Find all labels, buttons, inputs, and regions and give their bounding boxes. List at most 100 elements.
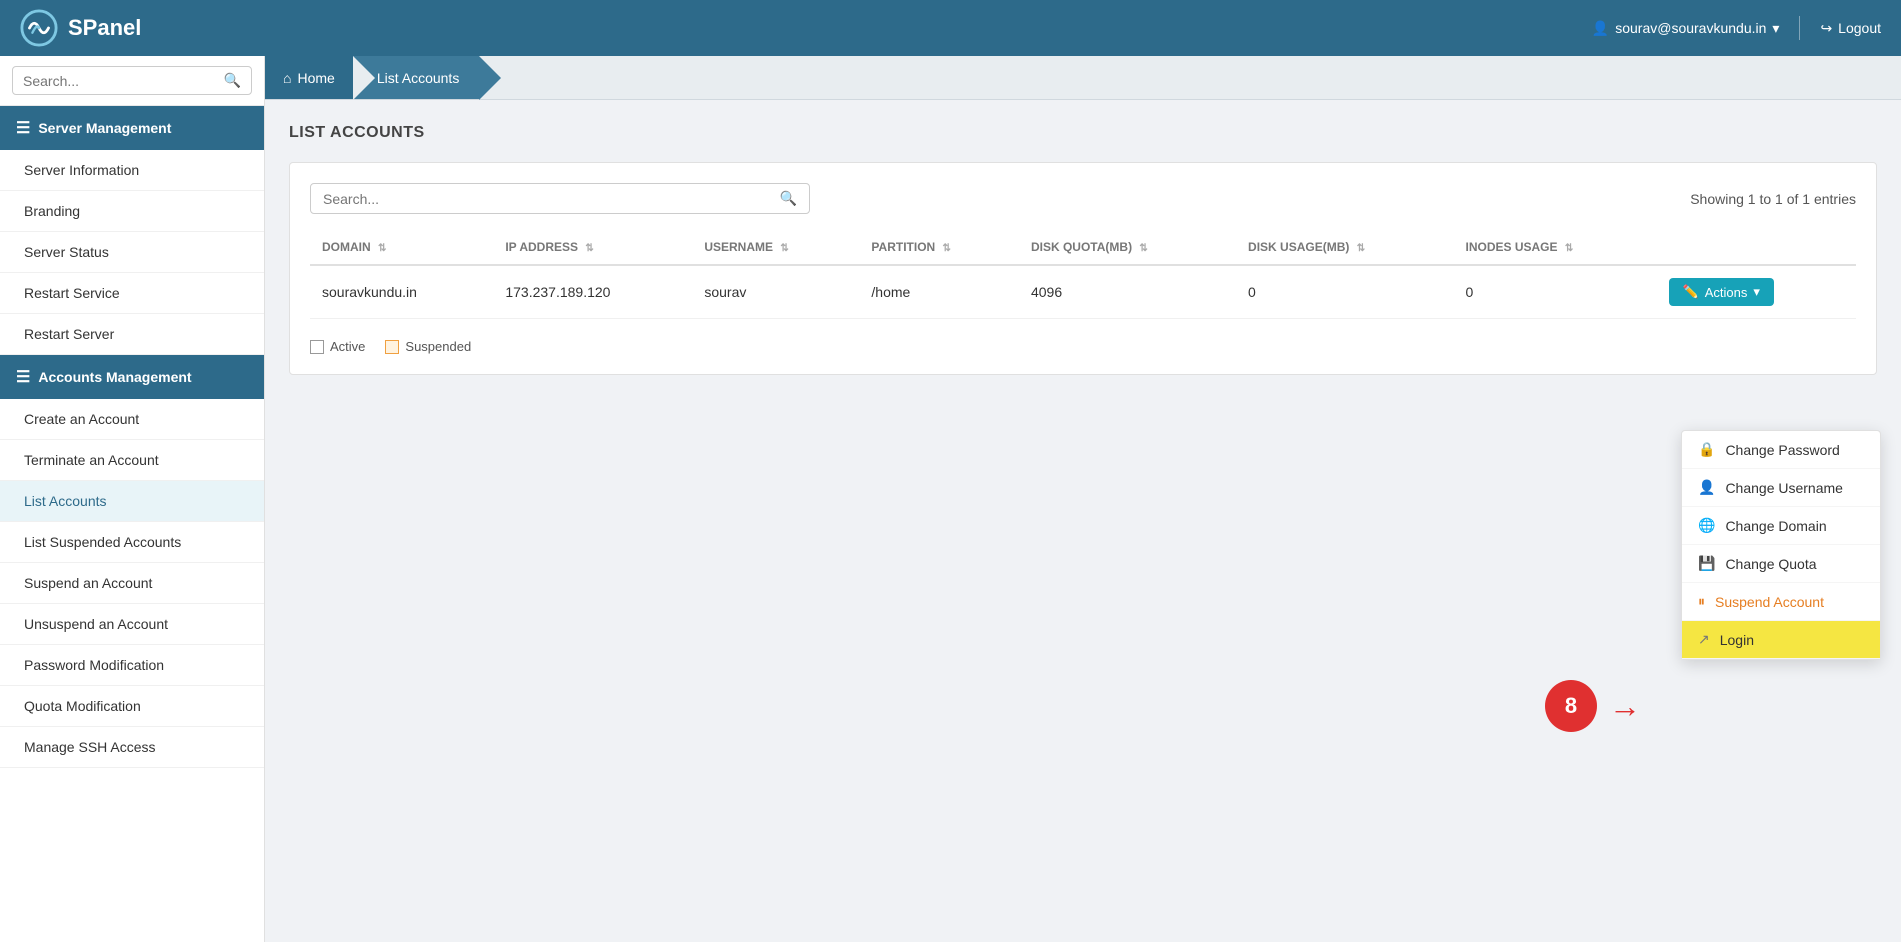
logout-button[interactable]: ↪ Logout — [1820, 20, 1881, 37]
accounts-management-header[interactable]: ☰ Accounts Management — [0, 355, 264, 399]
server-management-label: Server Management — [38, 120, 171, 136]
dropdown-suspend-account-label: Suspend Account — [1715, 594, 1824, 610]
cell-disk-usage: 0 — [1236, 265, 1453, 319]
legend-suspended-box — [385, 340, 399, 354]
sort-icon-disk-usage: ⇅ — [1357, 243, 1365, 254]
sidebar-item-server-status[interactable]: Server Status — [0, 232, 264, 273]
col-username[interactable]: USERNAME ⇅ — [692, 230, 859, 265]
layout: 🔍 ☰ Server Management Server Information… — [0, 56, 1901, 942]
logout-label: Logout — [1838, 20, 1881, 36]
sidebar-item-list-accounts[interactable]: List Accounts — [0, 481, 264, 522]
cell-ip-address: 173.237.189.120 — [493, 265, 692, 319]
suspend-icon: ⏸ — [1698, 593, 1705, 610]
breadcrumb-current-label: List Accounts — [377, 70, 460, 86]
sidebar-search-inner[interactable]: 🔍 — [12, 66, 252, 95]
sidebar-item-terminate-account[interactable]: Terminate an Account — [0, 440, 264, 481]
page-title: LIST ACCOUNTS — [289, 124, 1877, 142]
breadcrumb-bar: ⌂ Home List Accounts — [265, 56, 1901, 100]
actions-edit-icon: ✏️ — [1683, 284, 1699, 300]
dropdown-change-password-label: Change Password — [1725, 442, 1839, 458]
sidebar-item-restart-service[interactable]: Restart Service — [0, 273, 264, 314]
sidebar-search-area: 🔍 — [0, 56, 264, 106]
sidebar-item-manage-ssh-access[interactable]: Manage SSH Access — [0, 727, 264, 768]
server-management-header[interactable]: ☰ Server Management — [0, 106, 264, 150]
sidebar-item-password-modification[interactable]: Password Modification — [0, 645, 264, 686]
sidebar-item-restart-server[interactable]: Restart Server — [0, 314, 264, 355]
col-ip-address[interactable]: IP ADDRESS ⇅ — [493, 230, 692, 265]
sort-icon-partition: ⇅ — [943, 243, 951, 254]
sidebar-search-input[interactable] — [23, 73, 224, 89]
col-partition[interactable]: PARTITION ⇅ — [859, 230, 1019, 265]
accounts-management-label: Accounts Management — [38, 369, 191, 385]
table-search-icon: 🔍 — [780, 190, 797, 207]
col-actions — [1657, 230, 1856, 265]
logo-icon — [20, 9, 58, 47]
dropdown-change-username[interactable]: 👤 Change Username — [1682, 469, 1880, 507]
sort-icon-username: ⇅ — [780, 243, 788, 254]
sort-icon-ip: ⇅ — [585, 243, 593, 254]
cell-inodes-usage: 0 — [1453, 265, 1656, 319]
sidebar-item-list-suspended-accounts[interactable]: List Suspended Accounts — [0, 522, 264, 563]
breadcrumb-current: List Accounts — [353, 56, 480, 99]
sidebar-item-server-information[interactable]: Server Information — [0, 150, 264, 191]
legend-active-box — [310, 340, 324, 354]
cell-actions: ✏️ Actions ▾ — [1657, 265, 1856, 319]
logo-text: SPanel — [68, 15, 141, 41]
col-domain[interactable]: DOMAIN ⇅ — [310, 230, 493, 265]
legend-active-label: Active — [330, 339, 365, 354]
page-content: LIST ACCOUNTS 🔍 Showing 1 to 1 of 1 entr… — [265, 100, 1901, 942]
user-info[interactable]: 👤 sourav@souravkundu.in ▾ — [1592, 20, 1780, 37]
sidebar-item-suspend-account[interactable]: Suspend an Account — [0, 563, 264, 604]
main-content: ⌂ Home List Accounts LIST ACCOUNTS 🔍 Sho… — [265, 56, 1901, 942]
lock-icon: 🔒 — [1698, 441, 1715, 458]
sidebar-item-unsuspend-account[interactable]: Unsuspend an Account — [0, 604, 264, 645]
annotation-number: 8 — [1565, 693, 1577, 719]
breadcrumb-home-label: Home — [297, 70, 334, 86]
breadcrumb-home[interactable]: ⌂ Home — [265, 56, 353, 99]
sidebar: 🔍 ☰ Server Management Server Information… — [0, 56, 265, 942]
user-icon: 👤 — [1592, 20, 1609, 37]
sidebar-item-quota-modification[interactable]: Quota Modification — [0, 686, 264, 727]
home-icon: ⌂ — [283, 70, 291, 86]
top-header: SPanel 👤 sourav@souravkundu.in ▾ ↪ Logou… — [0, 0, 1901, 56]
sidebar-search-icon: 🔍 — [224, 72, 241, 89]
annotation-bubble: 8 — [1545, 680, 1597, 732]
entries-info: Showing 1 to 1 of 1 entries — [1690, 191, 1856, 207]
accounts-section-icon: ☰ — [16, 367, 30, 387]
annotation-arrow: → — [1609, 690, 1641, 722]
dropdown-change-quota[interactable]: 💾 Change Quota — [1682, 545, 1880, 583]
sort-icon-disk-quota: ⇅ — [1139, 243, 1147, 254]
data-table: DOMAIN ⇅ IP ADDRESS ⇅ USERNAME ⇅ — [310, 230, 1856, 319]
sort-icon-inodes: ⇅ — [1565, 243, 1573, 254]
dropdown-change-domain-label: Change Domain — [1725, 518, 1826, 534]
login-icon: ↗ — [1698, 631, 1710, 648]
server-section-icon: ☰ — [16, 118, 30, 138]
quota-icon: 💾 — [1698, 555, 1715, 572]
actions-label: Actions — [1705, 285, 1748, 300]
legend-row: Active Suspended — [310, 339, 1856, 354]
user-icon: 👤 — [1698, 479, 1715, 496]
user-email: sourav@souravkundu.in — [1615, 20, 1766, 36]
table-toolbar: 🔍 Showing 1 to 1 of 1 entries — [310, 183, 1856, 214]
table-search-box[interactable]: 🔍 — [310, 183, 810, 214]
dropdown-login[interactable]: ↗ Login — [1682, 621, 1880, 659]
dropdown-change-password[interactable]: 🔒 Change Password — [1682, 431, 1880, 469]
cell-username: sourav — [692, 265, 859, 319]
dropdown-suspend-account[interactable]: ⏸ Suspend Account — [1682, 583, 1880, 621]
dropdown-change-quota-label: Change Quota — [1725, 556, 1816, 572]
header-divider — [1799, 16, 1800, 40]
table-search-input[interactable] — [323, 191, 780, 207]
col-inodes-usage[interactable]: INODES USAGE ⇅ — [1453, 230, 1656, 265]
col-disk-usage[interactable]: DISK USAGE(MB) ⇅ — [1236, 230, 1453, 265]
header-right: 👤 sourav@souravkundu.in ▾ ↪ Logout — [1592, 16, 1881, 40]
annotation-container: 8 → — [1545, 680, 1641, 732]
actions-button[interactable]: ✏️ Actions ▾ — [1669, 278, 1774, 306]
logo-area: SPanel — [20, 9, 141, 47]
dropdown-change-domain[interactable]: 🌐 Change Domain — [1682, 507, 1880, 545]
sidebar-item-create-account[interactable]: Create an Account — [0, 399, 264, 440]
actions-chevron: ▾ — [1753, 284, 1760, 300]
globe-icon: 🌐 — [1698, 517, 1715, 534]
sidebar-item-branding[interactable]: Branding — [0, 191, 264, 232]
col-disk-quota[interactable]: DISK QUOTA(MB) ⇅ — [1019, 230, 1236, 265]
dropdown-change-username-label: Change Username — [1725, 480, 1843, 496]
